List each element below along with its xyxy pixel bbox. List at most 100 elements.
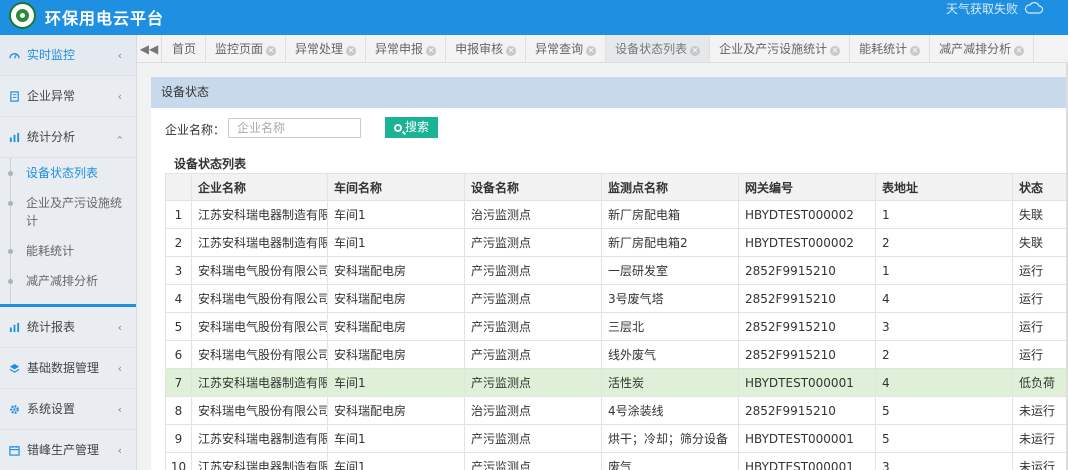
close-icon[interactable]: ✕ [506, 46, 517, 56]
table-cell-gateway: 2852F9915210 [738, 284, 876, 313]
submenu-item-enterprise-facility-stats[interactable]: 企业及产污设施统计 [0, 188, 136, 236]
top-header: 环保用电云平台 天气获取失败 [0, 0, 1068, 35]
table-cell-workshop: 安科瑞配电房 [327, 312, 465, 341]
search-button[interactable]: 搜索 [385, 117, 438, 138]
tab-exception-report[interactable]: 异常申报 ✕ [366, 35, 447, 62]
sidebar-item-realtime-monitor[interactable]: 实时监控 ‹ [0, 35, 136, 76]
table-cell-addr: 3 [875, 452, 1013, 470]
tab-reduction-analysis[interactable]: 减产减排分析 ✕ [930, 35, 1035, 62]
table-cell-device: 产污监测点 [464, 284, 602, 313]
close-icon[interactable]: ✕ [1014, 46, 1025, 56]
tab-label: 监控页面 [215, 42, 264, 56]
tab-energy-stats[interactable]: 能耗统计 ✕ [850, 35, 931, 62]
table-row[interactable]: 7江苏安科瑞电器制造有限公司车间1产污监测点活性炭HBYDTEST0000014… [165, 368, 1068, 397]
table-cell-status: 未运行 [1012, 396, 1068, 425]
table-cell-idx: 8 [165, 396, 192, 425]
chevron-left-icon: ‹ [117, 321, 122, 334]
table-cell-idx: 7 [165, 368, 192, 397]
table-cell-point: 线外废气 [601, 340, 739, 369]
table-row[interactable]: 3 安科瑞电气股份有限公司 安科瑞配电房 产污监测点 一层研发室 2852F9915210… [165, 256, 1068, 285]
table-cell-addr: 1 [875, 256, 1013, 285]
search-row: 企业名称： 搜索 [151, 108, 1068, 148]
table-row[interactable]: 9江苏安科瑞电器制造有限公司车间1产污监测点烘干；冷却；筛分设备HBYDTEST… [165, 424, 1068, 453]
table-cell-company: 江苏安科瑞电器制造有限公司 [191, 452, 328, 470]
table-row[interactable]: 1江苏安科瑞电器制造有限公司车间1治污监测点新厂房配电箱HBYDTEST0000… [165, 200, 1068, 229]
table-row[interactable]: 10江苏安科瑞电器制造有限公司车间1产污监测点废气HBYDTEST0000013… [165, 452, 1068, 470]
tab-enterprise-facility-stats[interactable]: 企业及产污设施统计 ✕ [710, 35, 851, 62]
submenu-item-reduction-analysis[interactable]: 减产减排分析 [0, 266, 136, 296]
close-icon[interactable]: ✕ [586, 46, 597, 56]
company-name-input[interactable] [228, 118, 361, 138]
search-label: 企业名称： [165, 123, 226, 137]
table-cell-company: 安科瑞电气股份有限公司 [191, 256, 328, 285]
table-row[interactable]: 4 安科瑞电气股份有限公司 安科瑞配电房 产污监测点 3号废气塔 2852F9915210… [165, 284, 1068, 313]
sidebar-item-system-settings[interactable]: 系统设置 ‹ [0, 389, 136, 430]
table-cell-gateway: HBYDTEST000002 [738, 200, 876, 229]
double-chevron-left-icon[interactable]: ◀◀ [137, 35, 162, 62]
table-cell-idx: 4 [165, 284, 192, 313]
table-cell-company: 江苏安科瑞电器制造有限公司 [191, 228, 328, 257]
table-row[interactable]: 8 安科瑞电气股份有限公司 安科瑞配电房 治污监测点 4号涂装线 2852F9915210… [165, 396, 1068, 425]
tab-label: 减产减排分析 [939, 42, 1012, 56]
table-cell-point: 三层北 [601, 312, 739, 341]
tab-exception-handling[interactable]: 异常处理 ✕ [286, 35, 367, 62]
tab-device-status-list[interactable]: 设备状态列表 ✕ [606, 35, 711, 62]
tab-home[interactable]: 首页 [163, 35, 207, 62]
close-icon[interactable]: ✕ [830, 46, 841, 56]
table-cell-gateway: 2852F9915210 [738, 396, 876, 425]
tab-monitor-page[interactable]: 监控页面 ✕ [206, 35, 287, 62]
close-icon[interactable]: ✕ [346, 46, 357, 56]
table-row[interactable]: 2江苏安科瑞电器制造有限公司车间1产污监测点新厂房配电箱2HBYDTEST000… [165, 228, 1068, 257]
column-header[interactable]: 企业名称 [191, 173, 328, 201]
column-header[interactable]: 车间名称 [327, 173, 465, 201]
close-icon[interactable]: ✕ [690, 46, 701, 56]
table-cell-device: 产污监测点 [464, 256, 602, 285]
column-header[interactable]: 设备名称 [464, 173, 602, 201]
table-cell-point: 3号废气塔 [601, 284, 739, 313]
tab-label: 企业及产污设施统计 [719, 42, 828, 56]
table-cell-addr: 1 [875, 200, 1013, 229]
column-header[interactable]: 状态 [1012, 173, 1068, 201]
table-cell-status: 未运行 [1012, 452, 1068, 470]
table-cell-device: 产污监测点 [464, 424, 602, 453]
table-cell-status: 低负荷 [1012, 368, 1068, 397]
tab-exception-query[interactable]: 异常查询 ✕ [526, 35, 607, 62]
tab-label: 能耗统计 [859, 42, 908, 56]
table-cell-device: 产污监测点 [464, 340, 602, 369]
table-cell-point: 烘干；冷却；筛分设备 [601, 424, 739, 453]
table-cell-status: 未运行 [1012, 424, 1068, 453]
sidebar-item-label: 实时监控 [27, 48, 76, 62]
table-cell-status: 失联 [1012, 200, 1068, 229]
chevron-left-icon: ‹ [117, 49, 122, 62]
table-cell-point: 活性炭 [601, 368, 739, 397]
submenu-item-energy-stats[interactable]: 能耗统计 [0, 236, 136, 266]
table-row[interactable]: 6 安科瑞电气股份有限公司 安科瑞配电房 产污监测点 线外废气 2852F9915210 2… [165, 340, 1068, 369]
table-cell-idx: 9 [165, 424, 192, 453]
table-cell-point: 新厂房配电箱 [601, 200, 739, 229]
tab-label: 申报审核 [455, 42, 504, 56]
table-cell-workshop: 车间1 [327, 228, 465, 257]
column-header[interactable]: 网关编号 [738, 173, 876, 201]
table-cell-status: 运行 [1012, 256, 1068, 285]
close-icon[interactable]: ✕ [266, 46, 277, 56]
table-cell-addr: 2 [875, 228, 1013, 257]
sidebar-item-basic-data[interactable]: 基础数据管理 ‹ [0, 348, 136, 389]
sidebar-item-statistics-analysis[interactable]: 统计分析 ‹ [0, 117, 136, 158]
table-cell-device: 产污监测点 [464, 312, 602, 341]
cloud-icon [1024, 2, 1044, 14]
sidebar-item-statistics-report[interactable]: 统计报表 ‹ [0, 307, 136, 348]
close-icon[interactable]: ✕ [910, 46, 921, 56]
sidebar-item-label: 统计报表 [27, 320, 76, 334]
sidebar-item-peak-production[interactable]: 错峰生产管理 ‹ [0, 430, 136, 470]
tab-report-review[interactable]: 申报审核 ✕ [446, 35, 527, 62]
gear-icon [10, 405, 19, 414]
table-cell-company: 江苏安科瑞电器制造有限公司 [191, 200, 328, 229]
submenu-item-device-status-list[interactable]: 设备状态列表 [0, 158, 136, 188]
sidebar-item-label: 系统设置 [27, 402, 76, 416]
table-row[interactable]: 5 安科瑞电气股份有限公司 安科瑞配电房 产污监测点 三层北 2852F9915210 3 运… [165, 312, 1068, 341]
close-icon[interactable]: ✕ [426, 46, 437, 56]
sidebar-item-enterprise-exception[interactable]: 企业异常 ‹ [0, 76, 136, 117]
table-cell-gateway: HBYDTEST000001 [738, 368, 876, 397]
column-header[interactable]: 表地址 [875, 173, 1013, 201]
column-header[interactable]: 监测点名称 [601, 173, 739, 201]
